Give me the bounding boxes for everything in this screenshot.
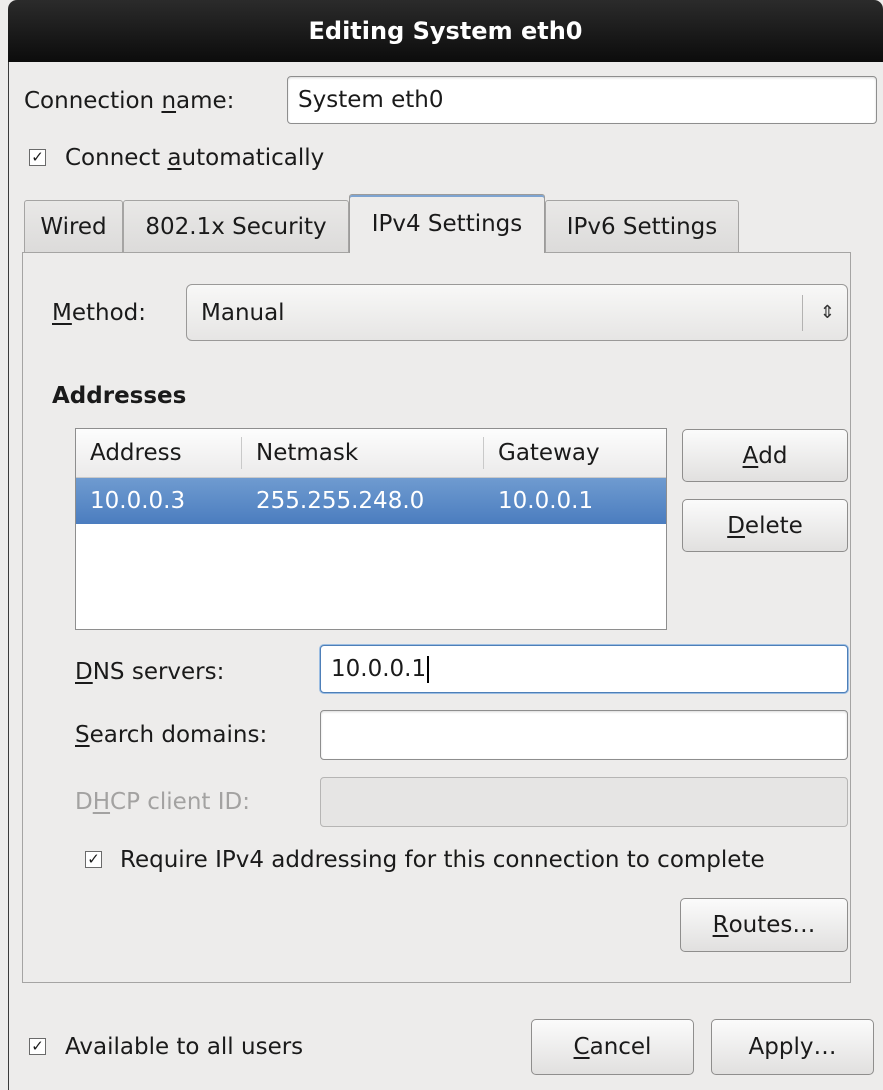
dhcp-client-id-input	[320, 777, 848, 827]
tab-wired[interactable]: Wired	[24, 200, 123, 252]
apply-button[interactable]: Apply…	[711, 1019, 874, 1075]
dns-servers-input[interactable]: 10.0.0.1	[320, 645, 848, 693]
table-row[interactable]: 10.0.0.3 255.255.248.0 10.0.0.1	[76, 478, 666, 524]
connect-automatically-label[interactable]: Connect automatically	[65, 143, 324, 173]
dns-servers-label: DNS servers:	[75, 659, 225, 685]
tab-ipv6-settings[interactable]: IPv6 Settings	[545, 200, 739, 252]
tab-ipv4-settings[interactable]: IPv4 Settings	[349, 194, 545, 253]
dns-servers-value: 10.0.0.1	[331, 656, 427, 682]
cell-address: 10.0.0.3	[90, 488, 186, 514]
tab-ipv4-settings-label: IPv4 Settings	[371, 211, 523, 237]
checkmark-icon: ✓	[87, 850, 100, 868]
cell-gateway: 10.0.0.1	[498, 488, 594, 514]
method-select-separator	[802, 295, 803, 331]
method-value: Manual	[201, 299, 285, 326]
method-select[interactable]: Manual ⇕	[186, 284, 848, 341]
window-title: Editing System eth0	[308, 17, 583, 45]
routes-button[interactable]: Routes…	[680, 898, 848, 952]
cell-netmask: 255.255.248.0	[256, 488, 425, 514]
checkmark-icon: ✓	[31, 148, 44, 166]
require-ipv4-label[interactable]: Require IPv4 addressing for this connect…	[120, 845, 765, 875]
tab-ipv6-settings-label: IPv6 Settings	[566, 213, 718, 240]
column-header-gateway-label: Gateway	[498, 440, 600, 466]
apply-button-label: Apply…	[748, 1034, 837, 1060]
connection-name-value: System eth0	[298, 87, 444, 113]
cancel-button[interactable]: Cancel	[531, 1019, 694, 1075]
column-header-address-label: Address	[90, 440, 182, 466]
tab-wired-label: Wired	[40, 213, 107, 240]
addresses-table-header: Address Netmask Gateway	[76, 429, 666, 478]
checkmark-icon: ✓	[31, 1037, 44, 1055]
addresses-heading: Addresses	[52, 383, 187, 409]
search-domains-input[interactable]	[320, 710, 848, 760]
available-to-all-users-checkbox[interactable]: ✓	[29, 1038, 46, 1055]
search-domains-label: Search domains:	[75, 722, 268, 748]
method-label: Method:	[52, 300, 147, 326]
tab-8021x-security[interactable]: 802.1x Security	[123, 200, 349, 252]
window-frame-left	[8, 62, 9, 1090]
column-header-gateway[interactable]: Gateway	[484, 429, 666, 477]
text-cursor	[427, 655, 430, 683]
dhcp-client-id-label: DHCP client ID:	[75, 789, 250, 815]
connect-automatically-checkbox[interactable]: ✓	[29, 149, 46, 166]
addresses-table[interactable]: Address Netmask Gateway 10.0.0.3 255.255…	[75, 428, 667, 630]
connection-name-input[interactable]: System eth0	[287, 76, 877, 124]
available-to-all-users-label[interactable]: Available to all users	[65, 1032, 303, 1062]
require-ipv4-checkbox[interactable]: ✓	[85, 851, 102, 868]
window-titlebar[interactable]: Editing System eth0	[8, 0, 883, 62]
delete-address-button[interactable]: Delete	[682, 499, 848, 552]
connection-name-label: Connection name:	[24, 88, 235, 114]
column-header-netmask[interactable]: Netmask	[242, 429, 483, 477]
column-header-netmask-label: Netmask	[256, 440, 359, 466]
updown-arrows-icon: ⇕	[819, 302, 835, 323]
column-header-address[interactable]: Address	[76, 429, 241, 477]
add-address-button[interactable]: Add	[682, 429, 848, 482]
tab-8021x-security-label: 802.1x Security	[145, 213, 327, 240]
